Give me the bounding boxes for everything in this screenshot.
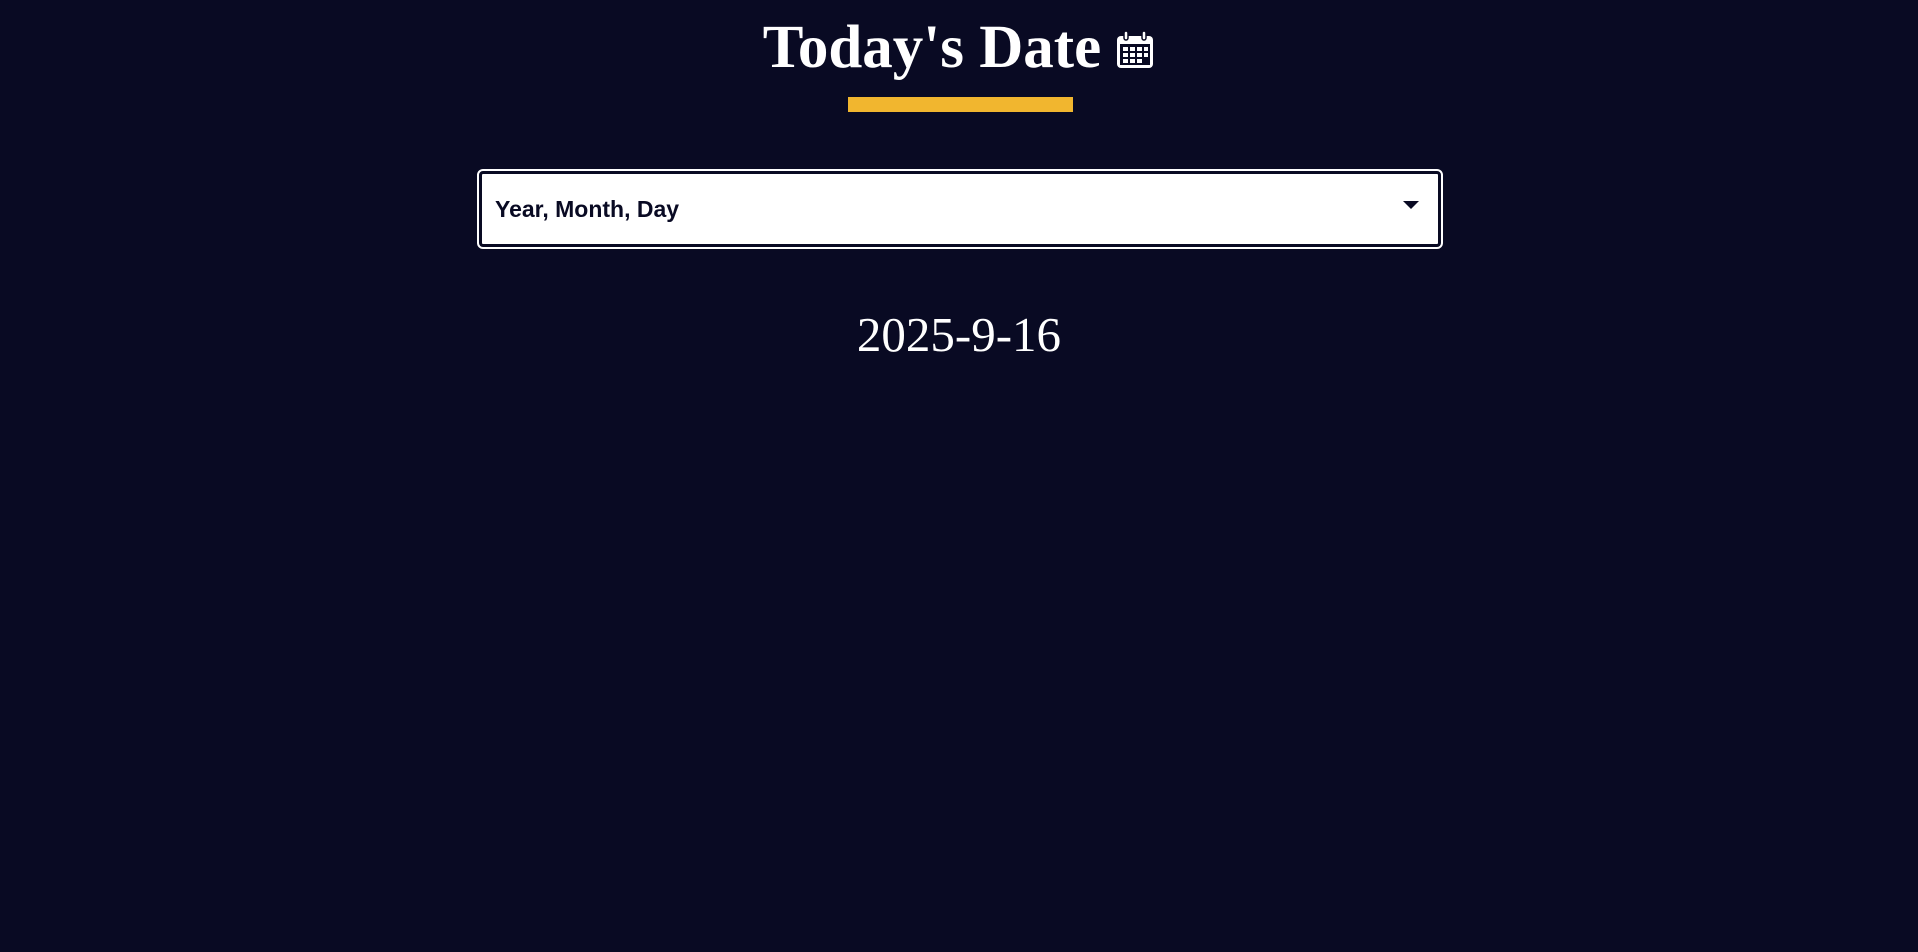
chevron-down-icon xyxy=(1403,201,1419,209)
date-format-select[interactable]: Year, Month, Day xyxy=(477,169,1443,249)
current-date-display: 2025-9-16 xyxy=(856,307,1062,362)
title-row: Today's Date xyxy=(0,8,1918,88)
page-title: Today's Date xyxy=(762,14,1102,81)
title-underline xyxy=(848,97,1073,112)
date-format-selected-value: Year, Month, Day xyxy=(495,196,680,222)
calendar-icon xyxy=(1115,30,1155,70)
